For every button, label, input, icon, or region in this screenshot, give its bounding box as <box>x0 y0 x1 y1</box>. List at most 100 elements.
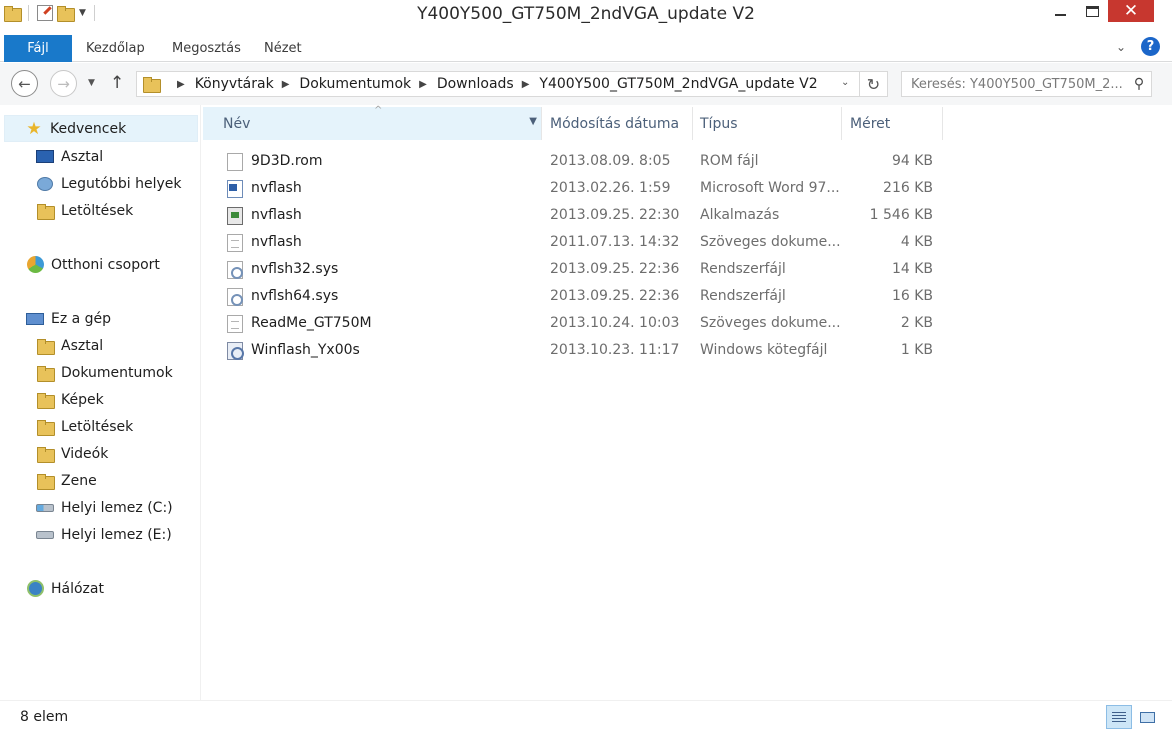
search-input[interactable]: Keresés: Y400Y500_GT750M_2... ⚲ <box>901 71 1152 97</box>
item-count: 8 elem <box>20 709 69 725</box>
tab-view[interactable]: Nézet <box>252 35 314 61</box>
sidebar-item-videos[interactable]: Videók <box>36 440 108 467</box>
details-view-button[interactable] <box>1106 705 1132 729</box>
help-icon[interactable]: ? <box>1141 37 1160 56</box>
breadcrumb-chevron-icon[interactable]: ▶ <box>522 79 530 90</box>
sidebar-item-label: Asztal <box>61 337 104 354</box>
sidebar-item-favorites[interactable]: ★ Kedvencek <box>4 115 198 142</box>
refresh-icon: ↻ <box>866 74 881 94</box>
expand-ribbon-chevron-icon[interactable]: ⌄ <box>1116 40 1134 54</box>
navigation-pane: ★ Kedvencek Asztal Legutóbbi helyek Letö… <box>0 105 201 700</box>
sidebar-item-music[interactable]: Zene <box>36 467 97 494</box>
tab-home[interactable]: Kezdőlap <box>74 35 157 61</box>
sidebar-item-label: Helyi lemez (C:) <box>61 499 173 516</box>
file-row[interactable]: nvflash 2013.09.25. 22:30 Alkalmazás 1 5… <box>203 202 943 229</box>
file-row[interactable]: 9D3D.rom 2013.08.09. 8:05 ROM fájl 94 KB <box>203 148 943 175</box>
sidebar-item-favorites-downloads[interactable]: Letöltések <box>36 197 133 224</box>
sidebar-item-label: Kedvencek <box>50 120 127 137</box>
folder-icon <box>143 77 161 93</box>
breadcrumb-chevron-icon[interactable]: ▶ <box>177 79 185 90</box>
word-document-icon <box>227 180 243 198</box>
file-row[interactable]: ReadMe_GT750M 2013.10.24. 10:03 Szöveges… <box>203 310 943 337</box>
file-date: 2013.09.25. 22:36 <box>550 288 680 304</box>
file-size: 14 KB <box>891 261 933 277</box>
sidebar-item-label: Ez a gép <box>51 310 112 327</box>
breadcrumb-chevron-icon[interactable]: ▶ <box>419 79 427 90</box>
file-type: ROM fájl <box>700 153 759 169</box>
sidebar-item-drive-e[interactable]: Helyi lemez (E:) <box>36 521 172 548</box>
column-header-type[interactable]: Típus <box>693 107 842 140</box>
sidebar-item-network[interactable]: Hálózat <box>26 575 104 602</box>
up-arrow-icon[interactable]: ↑ <box>110 73 124 93</box>
file-date: 2013.10.24. 10:03 <box>550 315 680 331</box>
file-type: Windows kötegfájl <box>700 342 828 358</box>
search-icon[interactable]: ⚲ <box>1127 76 1151 92</box>
file-name: nvflash <box>251 180 302 196</box>
file-date: 2013.02.26. 1:59 <box>550 180 671 196</box>
recent-locations-chevron-icon[interactable]: ▼ <box>88 78 95 88</box>
sidebar-item-recent-places[interactable]: Legutóbbi helyek <box>36 170 181 197</box>
file-row[interactable]: Winflash_Yx00s 2013.10.23. 11:17 Windows… <box>203 337 943 364</box>
address-bar[interactable]: ▶ Könyvtárak ▶ Dokumentumok ▶ Downloads … <box>136 71 860 97</box>
breadcrumb-downloads[interactable]: Downloads <box>437 76 514 92</box>
address-history-chevron-icon[interactable]: ⌄ <box>841 77 849 88</box>
sidebar-item-this-pc[interactable]: Ez a gép <box>26 305 111 332</box>
file-date: 2013.10.23. 11:17 <box>550 342 680 358</box>
folder-icon <box>37 419 55 436</box>
sidebar-item-pictures[interactable]: Képek <box>36 386 104 413</box>
sidebar-item-label: Képek <box>61 391 104 408</box>
search-placeholder[interactable]: Keresés: Y400Y500_GT750M_2... <box>902 77 1127 92</box>
sidebar-item-drive-c[interactable]: Helyi lemez (C:) <box>36 494 173 521</box>
file-type: Szöveges dokume... <box>700 234 841 250</box>
breadcrumb-current-folder[interactable]: Y400Y500_GT750M_2ndVGA_update V2 <box>539 76 817 92</box>
drive-icon <box>36 530 54 539</box>
file-name: Winflash_Yx00s <box>251 342 360 358</box>
sidebar-item-downloads[interactable]: Letöltések <box>36 413 133 440</box>
large-icons-view-button[interactable] <box>1136 705 1158 729</box>
application-icon <box>227 207 243 225</box>
minimize-button[interactable] <box>1044 0 1076 22</box>
recent-places-icon <box>37 176 53 191</box>
sidebar-item-documents[interactable]: Dokumentumok <box>36 359 173 386</box>
file-name: 9D3D.rom <box>251 153 323 169</box>
breadcrumb-libraries[interactable]: Könyvtárak <box>195 76 274 92</box>
breadcrumb-chevron-icon[interactable]: ▶ <box>282 79 290 90</box>
back-button[interactable]: ← <box>11 70 38 97</box>
column-header-size[interactable]: Méret <box>842 107 943 140</box>
close-button[interactable]: ✕ <box>1108 0 1154 22</box>
sidebar-item-label: Otthoni csoport <box>51 256 160 273</box>
file-date: 2013.09.25. 22:36 <box>550 261 680 277</box>
column-header-name[interactable]: ^ Név ▼ <box>203 105 542 140</box>
system-file-icon <box>227 261 243 279</box>
maximize-button[interactable] <box>1076 0 1108 22</box>
folder-icon <box>37 392 55 409</box>
status-bar: 8 elem <box>0 700 1172 735</box>
breadcrumb-documents[interactable]: Dokumentumok <box>299 76 411 92</box>
file-row[interactable]: nvflsh32.sys 2013.09.25. 22:36 Rendszerf… <box>203 256 943 283</box>
file-size: 16 KB <box>891 288 933 304</box>
sidebar-item-homegroup[interactable]: Otthoni csoport <box>26 251 160 278</box>
details-view-icon <box>1112 711 1126 723</box>
file-name: nvflsh32.sys <box>251 261 339 277</box>
file-type: Alkalmazás <box>700 207 780 223</box>
file-row[interactable]: nvflsh64.sys 2013.09.25. 22:36 Rendszerf… <box>203 283 943 310</box>
sidebar-item-label: Hálózat <box>51 580 104 597</box>
ribbon: Fájl Kezdőlap Megosztás Nézet ⌄ ? <box>0 30 1172 62</box>
tab-file[interactable]: Fájl <box>4 35 72 62</box>
sidebar-item-desktop[interactable]: Asztal <box>36 332 103 359</box>
forward-button[interactable]: → <box>50 70 77 97</box>
star-icon: ★ <box>26 118 42 139</box>
column-header-date[interactable]: Módosítás dátuma <box>542 107 693 140</box>
forward-arrow-icon: → <box>57 74 70 93</box>
sidebar-item-label: Videók <box>61 445 109 462</box>
refresh-button[interactable]: ↻ <box>860 71 888 97</box>
sidebar-item-label: Letöltések <box>61 202 134 219</box>
sidebar-item-label: Dokumentumok <box>61 364 173 381</box>
sidebar-item-favorites-desktop[interactable]: Asztal <box>36 143 103 170</box>
window-title: Y400Y500_GT750M_2ndVGA_update V2 <box>417 4 755 24</box>
filter-chevron-down-icon[interactable]: ▼ <box>529 116 537 127</box>
file-name: ReadMe_GT750M <box>251 315 372 331</box>
tab-share[interactable]: Megosztás <box>160 35 253 61</box>
file-row[interactable]: nvflash 2011.07.13. 14:32 Szöveges dokum… <box>203 229 943 256</box>
file-row[interactable]: nvflash 2013.02.26. 1:59 Microsoft Word … <box>203 175 943 202</box>
